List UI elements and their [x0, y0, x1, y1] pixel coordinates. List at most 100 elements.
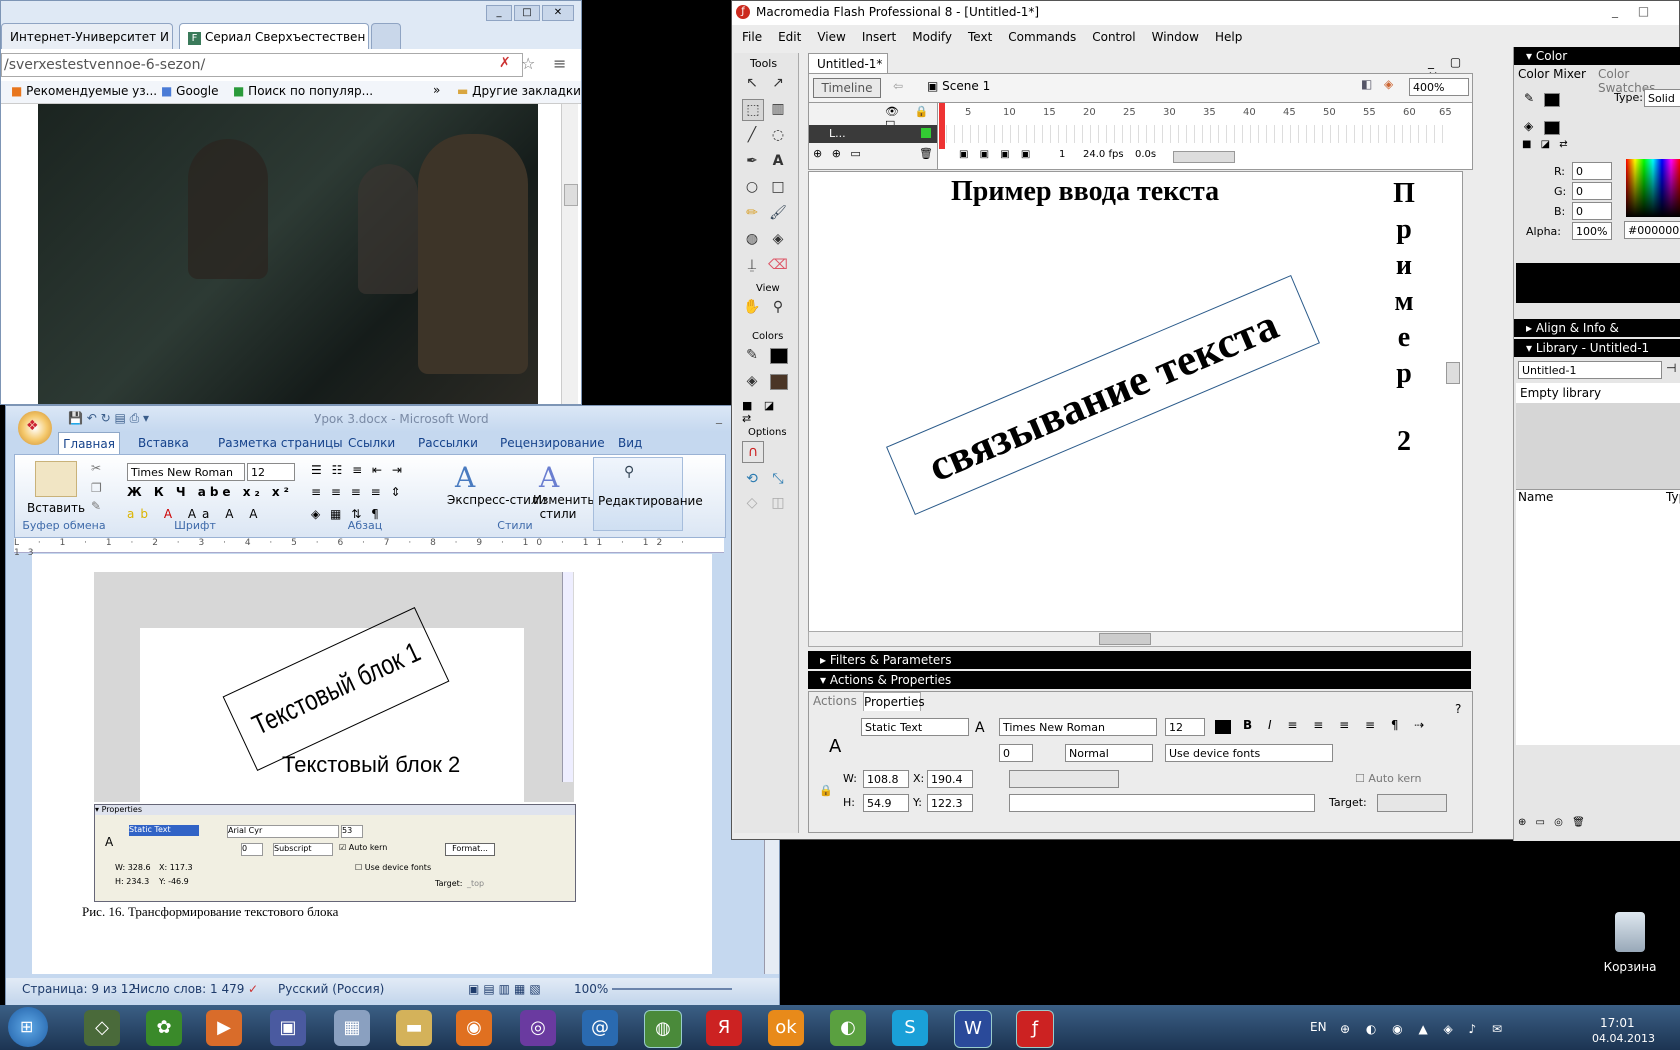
url-link-field[interactable] [1009, 770, 1119, 788]
close-button[interactable]: ✕ [542, 5, 574, 21]
rotate-skew-icon[interactable]: ⟲ [742, 469, 762, 489]
autokern-checkbox[interactable]: ☐ Auto kern [1355, 772, 1421, 785]
bookmarks-overflow[interactable]: » [433, 83, 440, 97]
variable-field[interactable] [1009, 794, 1315, 812]
taskbar-app-icon[interactable]: ◇ [84, 1010, 120, 1046]
target-select[interactable] [1377, 794, 1447, 812]
tab-color-mixer[interactable]: Color Mixer [1518, 67, 1586, 81]
change-styles-icon[interactable]: A [539, 461, 579, 494]
fill-type-select[interactable]: Solid [1644, 89, 1680, 107]
fill-swatch[interactable] [1544, 121, 1560, 135]
scrollbar[interactable] [561, 104, 578, 404]
start-button[interactable]: ⊞ [8, 1007, 48, 1047]
zoom-icon[interactable]: ⚲ [768, 297, 788, 317]
eyedropper-icon[interactable]: ⍊ [742, 255, 762, 275]
page-count[interactable]: Страница: 9 из 12 [22, 982, 136, 996]
menu-control[interactable]: Control [1092, 30, 1135, 44]
tab-page-layout[interactable]: Разметка страницы [218, 436, 343, 450]
other-bookmarks[interactable]: ▬ Другие закладки [457, 84, 581, 98]
bookmark-item[interactable]: ■ Поиск по популяр... [233, 84, 373, 98]
tab-mailings[interactable]: Рассылки [418, 436, 478, 450]
tab-home[interactable]: Главная [58, 432, 120, 455]
language-indicator[interactable]: EN [1310, 1020, 1327, 1034]
arrow-icon[interactable]: ↖ [742, 73, 762, 93]
onion-skin-buttons[interactable]: ▣ ▣ ▣ ▣ [959, 149, 1034, 160]
letter-spacing-field[interactable]: 0 [999, 744, 1033, 762]
frame-grid[interactable] [939, 125, 1449, 143]
back-arrow-icon[interactable]: ⇦ [893, 79, 903, 93]
menu-text[interactable]: Text [968, 30, 992, 44]
stroke-swatch[interactable] [770, 348, 788, 364]
stroke-pencil-icon[interactable]: ✎ [1524, 91, 1534, 105]
clock-date[interactable]: 04.04.2013 [1592, 1032, 1655, 1045]
ink-bottle-icon[interactable]: ◍ [742, 229, 762, 249]
library-panel-header[interactable]: ▾ Library - Untitled-1 [1514, 339, 1680, 357]
save-icon[interactable]: ▣ [270, 1010, 306, 1046]
skype-icon[interactable]: S [892, 1010, 928, 1046]
menu-help[interactable]: Help [1215, 30, 1242, 44]
font-format-buttons[interactable]: Ж К Ч abe x₂ x² [127, 485, 293, 499]
text-type-select[interactable]: Static Text [861, 718, 969, 736]
menu-window[interactable]: Window [1152, 30, 1199, 44]
recycle-bin[interactable]: Корзина [1600, 912, 1660, 982]
red-field[interactable]: 0 [1572, 162, 1612, 180]
stage[interactable]: Пример ввода текста связывание текста П … [808, 171, 1463, 633]
frame-ruler[interactable]: 5 10 15 20 25 30 35 40 45 50 55 60 65 [939, 103, 1452, 123]
x-field[interactable]: 190.4 [927, 770, 973, 788]
color-buttons[interactable]: ■ ◪ ⇄ [742, 399, 798, 425]
view-buttons[interactable]: ▣▤▥▦▧ [468, 982, 545, 996]
fill-color-icon[interactable]: ◈ [742, 371, 762, 391]
quick-styles-icon[interactable]: A [455, 461, 495, 494]
layer-buttons[interactable]: ⊕ ⊕ ▭ [813, 147, 864, 160]
mail-icon[interactable]: @ [582, 1010, 618, 1046]
media-player-icon[interactable]: ▶ [206, 1010, 242, 1046]
color-panel-header[interactable]: ▾ Color [1514, 47, 1680, 65]
clock-time[interactable]: 17:01 [1600, 1016, 1635, 1030]
menu-file[interactable]: File [742, 30, 762, 44]
zoom-level[interactable]: 100% [574, 982, 608, 996]
height-field[interactable]: 54.9 [863, 794, 909, 812]
star-icon[interactable]: ☆ [521, 54, 535, 73]
text-format-buttons[interactable]: B I ≡ ≡ ≡ ≡ ¶ ⇢ [1243, 718, 1430, 732]
menu-icon[interactable]: ≡ [553, 54, 566, 73]
menu-commands[interactable]: Commands [1008, 30, 1076, 44]
pencil-icon[interactable]: ✏ [742, 203, 762, 223]
tab-references[interactable]: Ссылки [348, 436, 395, 450]
oval-icon[interactable]: ○ [742, 177, 762, 197]
distort-icon[interactable]: ◇ [742, 493, 762, 513]
copy-icon[interactable]: ❐ [91, 481, 102, 495]
font-select[interactable]: Times New Roman [999, 718, 1157, 736]
green-field[interactable]: 0 [1572, 182, 1612, 200]
frame-rate[interactable]: 24.0 fps [1083, 149, 1124, 160]
tab-review[interactable]: Рецензирование [500, 436, 605, 450]
app-icon[interactable]: ◐ [830, 1010, 866, 1046]
pin-icon[interactable]: ⊣ [1666, 361, 1676, 375]
browser-tab-2[interactable]: F Сериал Сверхъестествен [179, 23, 369, 49]
fill-swatch[interactable] [770, 374, 788, 390]
stroke-swatch[interactable] [1544, 93, 1560, 107]
bookmark-item[interactable]: ■ Google [161, 84, 219, 98]
font-size-field[interactable]: 12 [1165, 718, 1205, 736]
menu-view[interactable]: View [817, 30, 845, 44]
hscroll-thumb[interactable] [1099, 633, 1151, 645]
paste-icon[interactable] [35, 461, 77, 497]
actions-panel-header[interactable]: ▾ Actions & Properties [808, 671, 1471, 689]
cut-icon[interactable]: ✂ [91, 461, 101, 475]
tab-properties[interactable]: Properties [863, 692, 925, 711]
playhead[interactable] [939, 103, 945, 149]
hand-icon[interactable]: ✋ [742, 297, 762, 317]
flash-icon[interactable]: ƒ [1016, 1010, 1054, 1048]
eraser-icon[interactable]: ⌫ [768, 255, 788, 275]
torrent-icon[interactable]: ◎ [520, 1010, 556, 1046]
bookmark-item[interactable]: ■ Рекомендуемые уз... [11, 84, 157, 98]
align-buttons[interactable]: ≡ ≡ ≡ ≡ ⇕ [311, 485, 404, 499]
paint-bucket-icon[interactable]: ◈ [768, 229, 788, 249]
edit-symbol-icon[interactable]: ◈ [1384, 77, 1393, 91]
lock-icon[interactable]: 🔒 [819, 784, 833, 797]
subselect-icon[interactable]: ↗ [768, 73, 788, 93]
lasso-icon[interactable]: ◌ [768, 125, 788, 145]
font-name-field[interactable]: Times New Roman [127, 463, 245, 481]
zoom-slider[interactable] [612, 988, 732, 990]
alpha-field[interactable]: 100% [1572, 222, 1612, 240]
tab-insert[interactable]: Вставка [138, 436, 189, 450]
